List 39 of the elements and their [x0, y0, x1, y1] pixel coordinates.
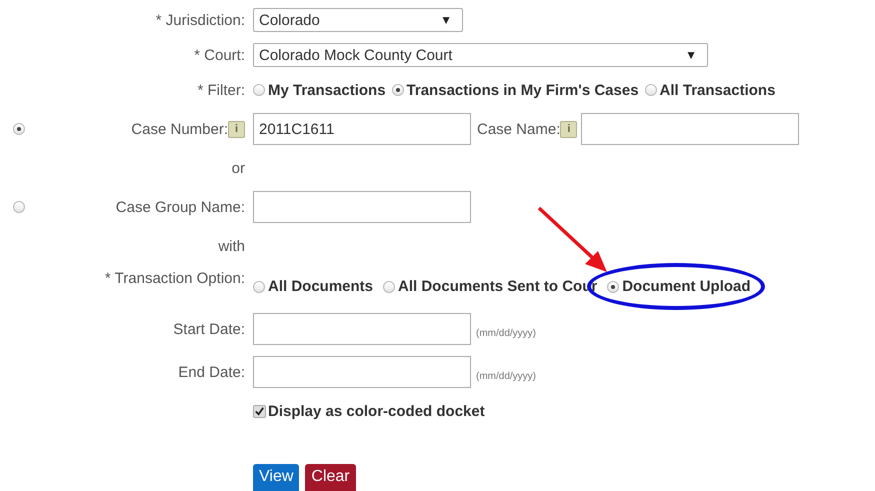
radio-button[interactable]: [607, 280, 620, 292]
radio-button[interactable]: [253, 280, 265, 292]
case-number-field[interactable]: 2011C1611: [253, 113, 471, 145]
field-label: Case Number:: [131, 120, 228, 138]
jurisdiction-dropdown[interactable]: Colorado ▼: [253, 8, 463, 32]
option-label[interactable]: My Transactions: [268, 82, 386, 98]
date-format-hint: (mm/dd/yyyy): [476, 328, 536, 338]
field-label: Start Date:: [172, 320, 245, 340]
radio-button[interactable]: [644, 84, 657, 96]
separator-text: with: [217, 236, 245, 256]
checkbox[interactable]: [253, 404, 266, 418]
checkbox-label[interactable]: Display as color-coded docket: [268, 402, 485, 420]
case-name-field[interactable]: [581, 113, 800, 145]
field-label: * Jurisdiction:: [154, 10, 245, 30]
option-label[interactable]: All Documents: [268, 278, 374, 295]
info-button[interactable]: i: [560, 120, 578, 138]
field-label: End Date:: [177, 362, 245, 382]
separator-text: or: [230, 158, 245, 178]
court-dropdown[interactable]: Colorado Mock County Court ▼: [253, 43, 708, 67]
info-button[interactable]: i: [228, 120, 245, 138]
radio-button[interactable]: [12, 201, 24, 213]
radio-button[interactable]: [392, 84, 404, 96]
option-label[interactable]: Transactions in My Firm's Cases: [406, 82, 639, 98]
field-label: * Filter:: [196, 80, 245, 100]
radio-button[interactable]: [12, 123, 24, 135]
start-date-field[interactable]: [253, 313, 471, 345]
view-button[interactable]: View: [253, 464, 300, 491]
field-label: * Transaction Option:: [104, 269, 245, 289]
date-format-hint: (mm/dd/yyyy): [476, 370, 536, 382]
option-label[interactable]: All Transactions: [660, 82, 776, 98]
case-group-field[interactable]: [253, 191, 471, 223]
radio-button[interactable]: [253, 84, 265, 96]
field-label: Case Name:: [477, 120, 560, 138]
option-label[interactable]: Document Upload: [622, 278, 751, 295]
clear-button[interactable]: Clear: [305, 464, 356, 491]
field-label: Case Group Name:: [114, 198, 245, 218]
field-label: * Court:: [193, 46, 245, 66]
radio-button[interactable]: [383, 280, 396, 292]
end-date-field[interactable]: [253, 356, 471, 388]
